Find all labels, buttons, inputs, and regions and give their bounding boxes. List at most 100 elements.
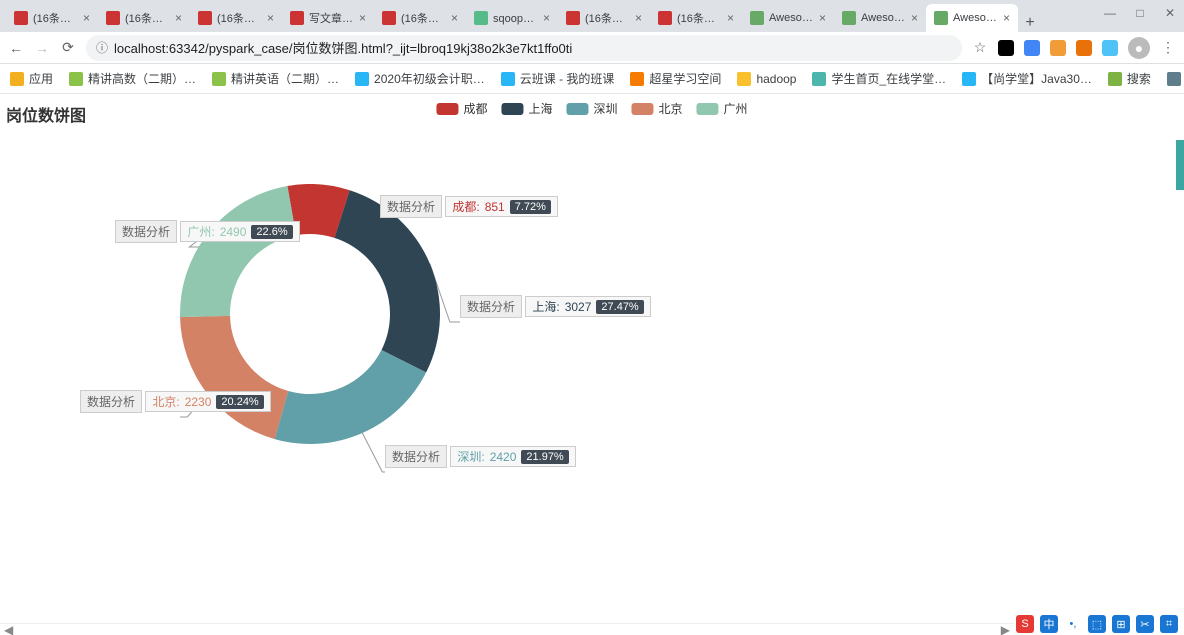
tab-favicon-icon bbox=[290, 11, 304, 25]
site-info-icon[interactable]: ⓘ bbox=[96, 39, 108, 56]
browser-tab[interactable]: sqoop导… × bbox=[466, 4, 558, 32]
annotation-percent: 21.97% bbox=[521, 450, 568, 464]
tab-close-icon[interactable]: × bbox=[359, 11, 366, 25]
bookmark-label: 云班课 - 我的班课 bbox=[520, 70, 615, 87]
horizontal-scrollbar[interactable]: ◀ ▶ bbox=[0, 623, 1014, 635]
legend-item[interactable]: 成都 bbox=[436, 100, 487, 117]
bookmark-favicon-icon bbox=[737, 72, 751, 86]
extension-icon[interactable] bbox=[1050, 40, 1066, 56]
bookmark-label: 2020年初级会计职… bbox=[374, 70, 485, 87]
tab-favicon-icon bbox=[934, 11, 948, 25]
tab-favicon-icon bbox=[842, 11, 856, 25]
tab-close-icon[interactable]: × bbox=[819, 11, 826, 25]
bookmark-item[interactable]: 精讲高数（二期）… bbox=[69, 70, 196, 87]
tab-close-icon[interactable]: × bbox=[267, 11, 274, 25]
browser-tab[interactable]: Awesome… × bbox=[834, 4, 926, 32]
bookmark-item[interactable]: 精讲英语（二期）… bbox=[212, 70, 339, 87]
browser-tab[interactable]: (16条消息 × bbox=[650, 4, 742, 32]
tab-label: (16条消息 bbox=[677, 10, 723, 26]
address-bar: ← → ⟳ ⓘ localhost:63342/pyspark_case/岗位数… bbox=[0, 32, 1184, 64]
extension-icon[interactable] bbox=[1076, 40, 1092, 56]
donut-slice[interactable] bbox=[180, 186, 296, 317]
bookmark-item[interactable]: 学生首页_在线学堂… bbox=[812, 70, 946, 87]
bookmark-favicon-icon bbox=[630, 72, 644, 86]
chart-annotation: 数据分析 成都: 851 7.72% bbox=[380, 194, 558, 218]
window-maximize-icon[interactable]: □ bbox=[1134, 6, 1146, 20]
bookmark-item[interactable]: 2020年初级会计职… bbox=[355, 70, 485, 87]
legend-item[interactable]: 深圳 bbox=[566, 100, 617, 117]
bookmark-label: 搜索 bbox=[1127, 70, 1151, 87]
tab-favicon-icon bbox=[474, 11, 488, 25]
tab-close-icon[interactable]: × bbox=[635, 11, 642, 25]
browser-tab[interactable]: Awesome… × bbox=[742, 4, 834, 32]
tab-label: Awesome… bbox=[953, 12, 999, 24]
tab-label: Awesome… bbox=[769, 12, 815, 24]
tab-close-icon[interactable]: × bbox=[83, 11, 90, 25]
bookmarks-bar: 应用精讲高数（二期）… 精讲英语（二期）… 2020年初级会计职… 云班课 - 我的班… bbox=[0, 64, 1184, 94]
extension-icons bbox=[998, 40, 1118, 56]
legend-item[interactable]: 上海 bbox=[501, 100, 552, 117]
browser-tab[interactable]: (16条消息 × bbox=[558, 4, 650, 32]
browser-tab[interactable]: (16条消息 × bbox=[190, 4, 282, 32]
donut-slice[interactable] bbox=[275, 350, 426, 444]
legend-item[interactable]: 北京 bbox=[632, 100, 683, 117]
tab-close-icon[interactable]: × bbox=[543, 11, 550, 25]
donut-slice[interactable] bbox=[180, 316, 288, 439]
bookmark-item[interactable]: 超星学习空间 bbox=[630, 70, 721, 87]
tab-favicon-icon bbox=[198, 11, 212, 25]
tab-close-icon[interactable]: × bbox=[911, 11, 918, 25]
extension-icon[interactable] bbox=[1024, 40, 1040, 56]
browser-tab[interactable]: Awesome… × bbox=[926, 4, 1018, 32]
bookmark-item[interactable]: 【尚学堂】Java30… bbox=[962, 70, 1092, 87]
nav-forward-icon: → bbox=[34, 40, 50, 56]
bookmark-favicon-icon bbox=[501, 72, 515, 86]
browser-tab[interactable]: (16条消息 × bbox=[374, 4, 466, 32]
tab-close-icon[interactable]: × bbox=[1003, 11, 1010, 25]
bookmark-label: hadoop bbox=[756, 72, 796, 86]
profile-avatar-icon[interactable]: ● bbox=[1128, 37, 1150, 59]
url-input[interactable]: ⓘ localhost:63342/pyspark_case/岗位数饼图.htm… bbox=[86, 35, 962, 61]
scroll-left-icon[interactable]: ◀ bbox=[4, 623, 13, 635]
bookmark-star-icon[interactable]: ☆ bbox=[972, 39, 988, 56]
scroll-right-icon[interactable]: ▶ bbox=[1001, 623, 1010, 635]
bookmark-item[interactable]: Scrapy教程— Scra… bbox=[1167, 70, 1184, 87]
legend-label: 北京 bbox=[659, 100, 683, 117]
bookmark-favicon-icon bbox=[69, 72, 83, 86]
browser-tab[interactable]: (16条消息 × bbox=[98, 4, 190, 32]
extension-icon[interactable] bbox=[1102, 40, 1118, 56]
nav-back-icon[interactable]: ← bbox=[8, 40, 24, 56]
annotation-percent: 7.72% bbox=[510, 200, 551, 214]
annotation-city: 深圳: bbox=[457, 448, 484, 465]
nav-reload-icon[interactable]: ⟳ bbox=[60, 39, 76, 56]
bookmark-item[interactable]: 搜索 bbox=[1108, 70, 1151, 87]
bookmark-item[interactable]: 云班课 - 我的班课 bbox=[501, 70, 615, 87]
ime-lang-icon[interactable]: 中 bbox=[1040, 615, 1058, 633]
legend-item[interactable]: 广州 bbox=[697, 100, 748, 117]
taskbar-tool2-icon[interactable]: ⊞ bbox=[1112, 615, 1130, 633]
extension-icon[interactable] bbox=[998, 40, 1014, 56]
legend-swatch-icon bbox=[566, 103, 588, 115]
tab-favicon-icon bbox=[382, 11, 396, 25]
chart-annotation: 数据分析 北京: 2230 20.24% bbox=[80, 389, 271, 413]
annotation-category: 数据分析 bbox=[380, 195, 442, 218]
taskbar-tool1-icon[interactable]: ⬚ bbox=[1088, 615, 1106, 633]
tab-favicon-icon bbox=[750, 11, 764, 25]
bookmark-item[interactable]: 应用 bbox=[10, 70, 53, 87]
tab-label: (16条消息 bbox=[217, 10, 263, 26]
new-tab-button[interactable]: + bbox=[1018, 14, 1042, 32]
ime-punct-icon[interactable]: •, bbox=[1064, 615, 1082, 633]
browser-menu-icon[interactable]: ⋮ bbox=[1160, 39, 1176, 56]
ime-s-icon[interactable]: S bbox=[1016, 615, 1034, 633]
taskbar-tool4-icon[interactable]: ⌗ bbox=[1160, 615, 1178, 633]
side-strip bbox=[1176, 140, 1184, 190]
tab-close-icon[interactable]: × bbox=[175, 11, 182, 25]
tab-close-icon[interactable]: × bbox=[451, 11, 458, 25]
window-close-icon[interactable]: ✕ bbox=[1164, 6, 1176, 20]
browser-tab[interactable]: (16条消息 × bbox=[6, 4, 98, 32]
window-minimize-icon[interactable]: — bbox=[1104, 6, 1116, 20]
browser-tab[interactable]: 写文章-C… × bbox=[282, 4, 374, 32]
tab-close-icon[interactable]: × bbox=[727, 11, 734, 25]
legend-label: 成都 bbox=[463, 100, 487, 117]
bookmark-item[interactable]: hadoop bbox=[737, 72, 796, 86]
taskbar-tool3-icon[interactable]: ✂ bbox=[1136, 615, 1154, 633]
